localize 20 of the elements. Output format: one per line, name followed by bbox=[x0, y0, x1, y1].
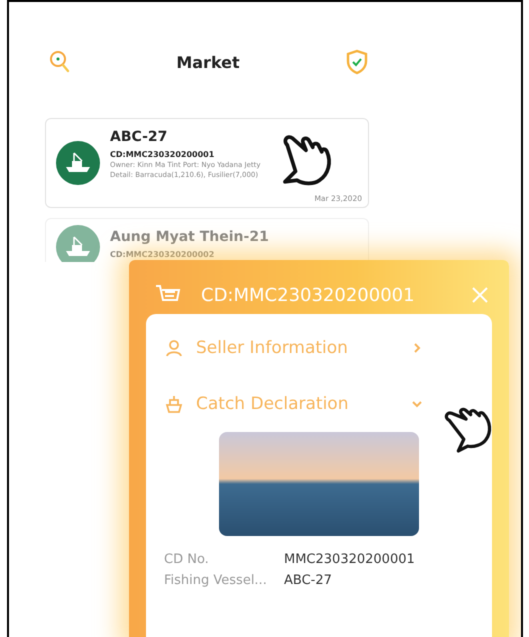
field-value: ABC-27 bbox=[284, 573, 333, 588]
ship-icon bbox=[164, 394, 184, 414]
search-icon[interactable] bbox=[49, 50, 71, 74]
field-value: MMC230320200001 bbox=[284, 552, 416, 567]
section-header[interactable]: Seller Information bbox=[164, 330, 424, 366]
vessel-name: Aung Myat Thein-21 bbox=[110, 229, 269, 245]
close-icon bbox=[471, 286, 489, 304]
section-header[interactable]: Catch Declaration bbox=[164, 386, 424, 422]
page-title: Market bbox=[176, 52, 240, 72]
person-icon bbox=[164, 338, 184, 358]
cd-number: CD:MMC230320200002 bbox=[110, 250, 216, 259]
cd-number: CD:MMC230320200001 bbox=[110, 150, 216, 159]
boat-icon bbox=[64, 235, 92, 259]
field-label: CD No. bbox=[164, 552, 210, 567]
vessel-name: ABC-27 bbox=[110, 129, 168, 145]
close-button[interactable] bbox=[471, 286, 489, 304]
popup-title: CD:MMC230320200001 bbox=[201, 284, 416, 306]
shield-check-icon[interactable] bbox=[344, 49, 369, 75]
field-label: Fishing Vessel... bbox=[164, 573, 268, 588]
boat-icon bbox=[64, 151, 92, 175]
